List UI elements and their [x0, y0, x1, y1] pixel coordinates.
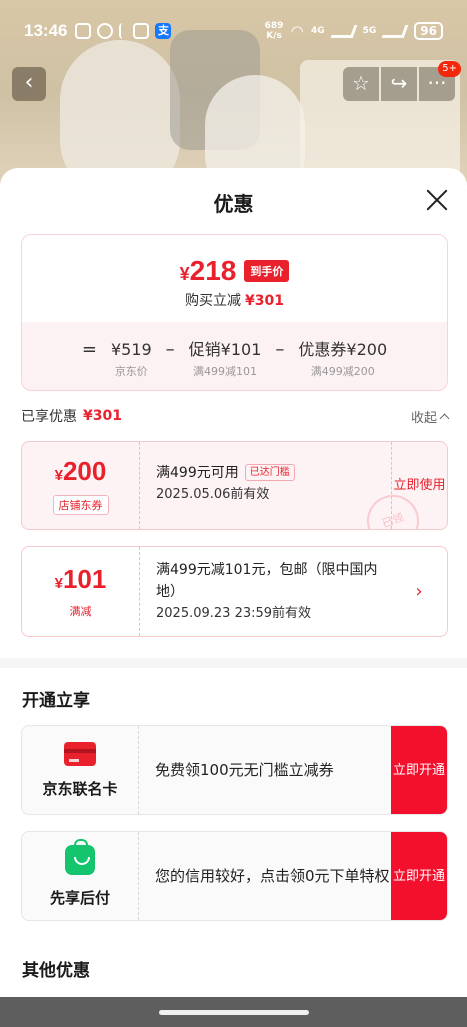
coupon-type-label-2: 满减 [69, 605, 92, 618]
signal-5g-label: 5G [362, 26, 377, 36]
open-now-button-2[interactable]: 立即开通 [391, 832, 447, 920]
jd-price-item: ¥519 京东价 [110, 340, 152, 378]
signal-bars-icon [330, 24, 358, 38]
open-now-button[interactable]: 立即开通 [391, 726, 447, 814]
discount-sheet: 优惠 ¥218 到手价 购买立减 ¥301 = ¥519 京东价 – 促销¥101 满… [0, 168, 467, 1027]
signal-4g-label: 4G [310, 26, 325, 36]
battery-icon: 96 [414, 22, 443, 40]
more-icon[interactable]: ··· 5+ [419, 61, 461, 101]
coupon-condition: 满499元可用 [156, 465, 239, 481]
chevron-right-icon[interactable]: › [391, 547, 447, 636]
sheet-header: 优惠 [0, 168, 467, 234]
credit-card-icon [64, 741, 96, 766]
chevron-up-icon [439, 413, 450, 423]
vibrate-icon [133, 23, 150, 39]
equals-sign: = [81, 339, 97, 360]
net-speed: 689 K/s [264, 21, 284, 41]
nfc-icon [75, 23, 92, 39]
open-section-title: 开通立享 [22, 691, 90, 711]
coupon-expiry-2: 2025.09.23 23:59前有效 [156, 606, 312, 621]
home-indicator[interactable] [159, 1010, 309, 1015]
bluetooth-icon [119, 23, 127, 39]
service-card-jd-card[interactable]: 京东联名卡 免费领100元无门槛立减券 立即开通 [21, 725, 448, 815]
alarm-icon [97, 23, 114, 39]
service-card-pay-later[interactable]: 先享后付 您的信用较好，点击领0元下单特权 立即开通 [21, 831, 448, 921]
coupon-amount: ¥200 [54, 456, 107, 486]
close-icon[interactable] [425, 188, 449, 212]
final-price: ¥218 [179, 255, 237, 286]
service-name: 京东联名卡 [42, 779, 118, 798]
status-time: 13:46 [24, 21, 68, 40]
price-formula: = ¥519 京东价 – 促销¥101 满499减101 – 优惠券¥200 满499… [22, 339, 447, 379]
back-button[interactable]: ‹ [12, 67, 46, 101]
coupon-item: 优惠券¥200 满499减200 [298, 340, 388, 378]
service-name-2: 先享后付 [49, 888, 110, 907]
enjoyed-discount-row: 已享优惠 ¥301 收起 [21, 406, 450, 426]
signal-bars-icon-2 [381, 24, 409, 38]
service-desc: 免费领100元无门槛立减券 [155, 761, 334, 779]
minus-sign: – [165, 339, 175, 360]
threshold-reached-tag: 已达门槛 [244, 464, 295, 481]
gesture-bar [0, 997, 467, 1027]
promo-item: 促销¥101 满499减101 [188, 340, 262, 378]
nav-actions: ☆ ↪ ··· 5+ [343, 61, 461, 101]
buy-reduce-value: ¥301 [245, 293, 284, 309]
enjoyed-label: 已享优惠 [21, 409, 77, 425]
shopping-bag-icon [65, 838, 95, 875]
share-icon[interactable]: ↪ [381, 67, 417, 101]
minus-sign-2: – [275, 339, 285, 360]
price-breakdown-card: ¥218 到手价 购买立减 ¥301 = ¥519 京东价 – 促销¥101 满499… [21, 234, 448, 391]
final-price-tag: 到手价 [244, 260, 290, 282]
coupon-condition-2: 满499元减101元，包邮（限中国内地） [156, 562, 378, 600]
alipay-icon: 支 [155, 23, 172, 39]
enjoyed-value: ¥301 [83, 408, 122, 424]
coupon-expiry: 2025.05.06前有效 [156, 487, 270, 502]
coupon-type-label: 店铺东券 [52, 495, 109, 515]
sheet-title: 优惠 [213, 192, 254, 216]
message-badge: 5+ [438, 61, 461, 77]
service-desc-2: 您的信用较好，点击领0元下单特权 [155, 867, 390, 885]
buy-reduce-row: 购买立减 ¥301 [185, 293, 284, 309]
coupon-card-store[interactable]: ¥200 店铺东券 满499元可用 已达门槛 2025.05.06前有效 已领 立… [21, 441, 448, 530]
other-section-title: 其他优惠 [22, 961, 90, 981]
section-divider [0, 658, 467, 668]
favorite-star-icon[interactable]: ☆ [343, 67, 379, 101]
status-bar: 13:46 支 689 K/s ◠ 4G 5G 96 [0, 0, 467, 62]
coupon-card-promo[interactable]: ¥101 满减 满499元减101元，包邮（限中国内地） 2025.09.23 … [21, 546, 448, 637]
collapse-button[interactable]: 收起 [411, 407, 450, 426]
wifi-icon: ◠ [291, 22, 303, 40]
coupon-amount-2: ¥101 [54, 564, 107, 594]
